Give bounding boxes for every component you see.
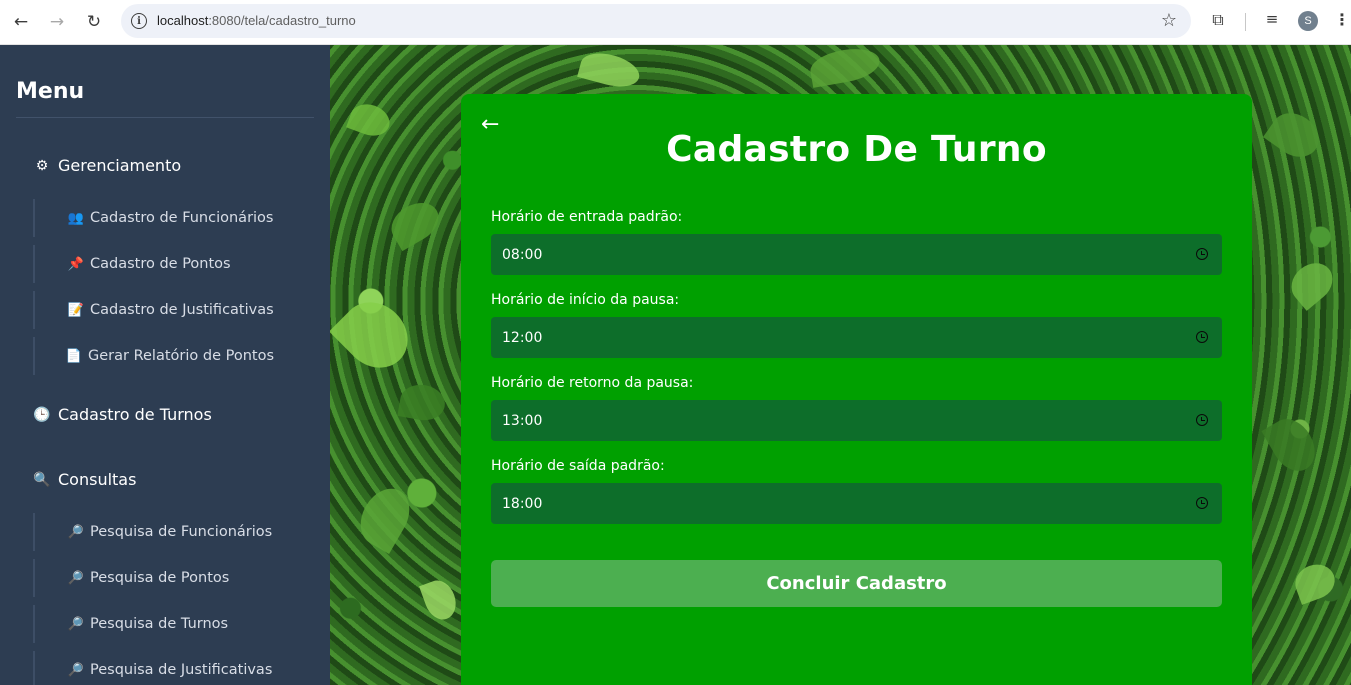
reload-icon[interactable]: ↻ (81, 9, 107, 35)
back-icon[interactable]: ← (8, 9, 34, 35)
magnifier-icon: 🔎 (67, 616, 85, 632)
saida-time-input[interactable]: 18:00 (491, 483, 1222, 524)
kebab-menu-icon[interactable]: ⋮ (1334, 10, 1350, 29)
users-icon: 👥 (67, 210, 85, 226)
sidebar-item-label: Cadastro de Justificativas (90, 302, 274, 318)
entrada-label: Horário de entrada padrão: (491, 209, 683, 225)
section-label: Consultas (58, 470, 137, 489)
input-value: 08:00 (502, 246, 543, 263)
section-label: Gerenciamento (58, 156, 182, 175)
form-card: ← Cadastro De Turno Horário de entrada p… (461, 94, 1252, 685)
retorno-pausa-label: Horário de retorno da pausa: (491, 375, 694, 391)
input-value: 12:00 (502, 329, 543, 346)
magnifier-icon: 🔍 (33, 471, 51, 488)
sidebar-item-pesquisa-pontos[interactable]: 🔎 Pesquisa de Pontos (33, 559, 323, 597)
inicio-pausa-time-input[interactable]: 12:00 (491, 317, 1222, 358)
sidebar-item-label: Gerar Relatório de Pontos (88, 348, 274, 364)
memo-icon: 📝 (67, 302, 85, 318)
clock-icon[interactable] (1196, 248, 1208, 260)
inicio-pausa-label: Horário de início da pausa: (491, 292, 680, 308)
clock-icon[interactable] (1196, 414, 1208, 426)
sidebar-item-cadastro-funcionarios[interactable]: 👥 Cadastro de Funcionários (33, 199, 323, 237)
star-icon[interactable]: ☆ (1161, 10, 1177, 31)
address-bar[interactable]: i localhost:8080/tela/cadastro_turno ☆ (121, 4, 1191, 38)
entrada-time-input[interactable]: 08:00 (491, 234, 1222, 275)
magnifier-icon: 🔎 (67, 524, 85, 540)
magnifier-icon: 🔎 (67, 662, 85, 678)
clock-icon[interactable] (1196, 497, 1208, 509)
menu-title: Menu (16, 79, 85, 104)
sidebar-item-pesquisa-funcionarios[interactable]: 🔎 Pesquisa de Funcionários (33, 513, 323, 551)
sidebar-item-label: Cadastro de Funcionários (90, 210, 274, 226)
media-icon[interactable]: ≡ (1260, 10, 1284, 34)
sidebar-item-gerar-relatorio[interactable]: 📄 Gerar Relatório de Pontos (33, 337, 323, 375)
sidebar-item-cadastro-pontos[interactable]: 📌 Cadastro de Pontos (33, 245, 323, 283)
info-icon[interactable]: i (131, 13, 147, 29)
clock-icon[interactable] (1196, 331, 1208, 343)
sidebar-item-label: Pesquisa de Turnos (90, 616, 229, 632)
sidebar-item-label: Pesquisa de Pontos (90, 570, 230, 586)
retorno-pausa-time-input[interactable]: 13:00 (491, 400, 1222, 441)
toolbar-separator (1245, 13, 1246, 31)
clock-icon: 🕒 (33, 406, 51, 423)
input-value: 18:00 (502, 495, 543, 512)
saida-label: Horário de saída padrão: (491, 458, 665, 474)
magnifier-icon: 🔎 (67, 570, 85, 586)
sidebar-section-consultas[interactable]: 🔍 Consultas (33, 470, 137, 489)
extensions-icon[interactable]: ⧉ (1206, 10, 1230, 34)
sidebar-section-gerenciamento[interactable]: ⚙ Gerenciamento (34, 156, 181, 175)
document-icon: 📄 (65, 348, 83, 364)
section-label: Cadastro de Turnos (58, 405, 212, 424)
sidebar-item-label: Pesquisa de Justificativas (90, 662, 273, 678)
sidebar: Menu ⚙ Gerenciamento 👥 Cadastro de Funci… (0, 45, 330, 685)
menu-divider (16, 117, 314, 118)
sidebar-item-pesquisa-turnos[interactable]: 🔎 Pesquisa de Turnos (33, 605, 323, 643)
sidebar-section-cadastro-turnos[interactable]: 🕒 Cadastro de Turnos (33, 405, 212, 424)
pushpin-icon: 📌 (67, 256, 85, 272)
sidebar-item-cadastro-justificativas[interactable]: 📝 Cadastro de Justificativas (33, 291, 323, 329)
sidebar-item-pesquisa-justificativas[interactable]: 🔎 Pesquisa de Justificativas (33, 651, 323, 685)
browser-toolbar: ← → ↻ i localhost:8080/tela/cadastro_tur… (0, 0, 1351, 45)
gear-icon: ⚙ (35, 157, 49, 174)
submit-button[interactable]: Concluir Cadastro (491, 560, 1222, 607)
url-text[interactable]: localhost:8080/tela/cadastro_turno (157, 13, 356, 28)
sidebar-item-label: Cadastro de Pontos (90, 256, 231, 272)
profile-avatar[interactable]: S (1298, 11, 1318, 31)
forward-icon[interactable]: → (44, 9, 70, 35)
input-value: 13:00 (502, 412, 543, 429)
sidebar-item-label: Pesquisa de Funcionários (90, 524, 273, 540)
page-title: Cadastro De Turno (666, 129, 1047, 170)
